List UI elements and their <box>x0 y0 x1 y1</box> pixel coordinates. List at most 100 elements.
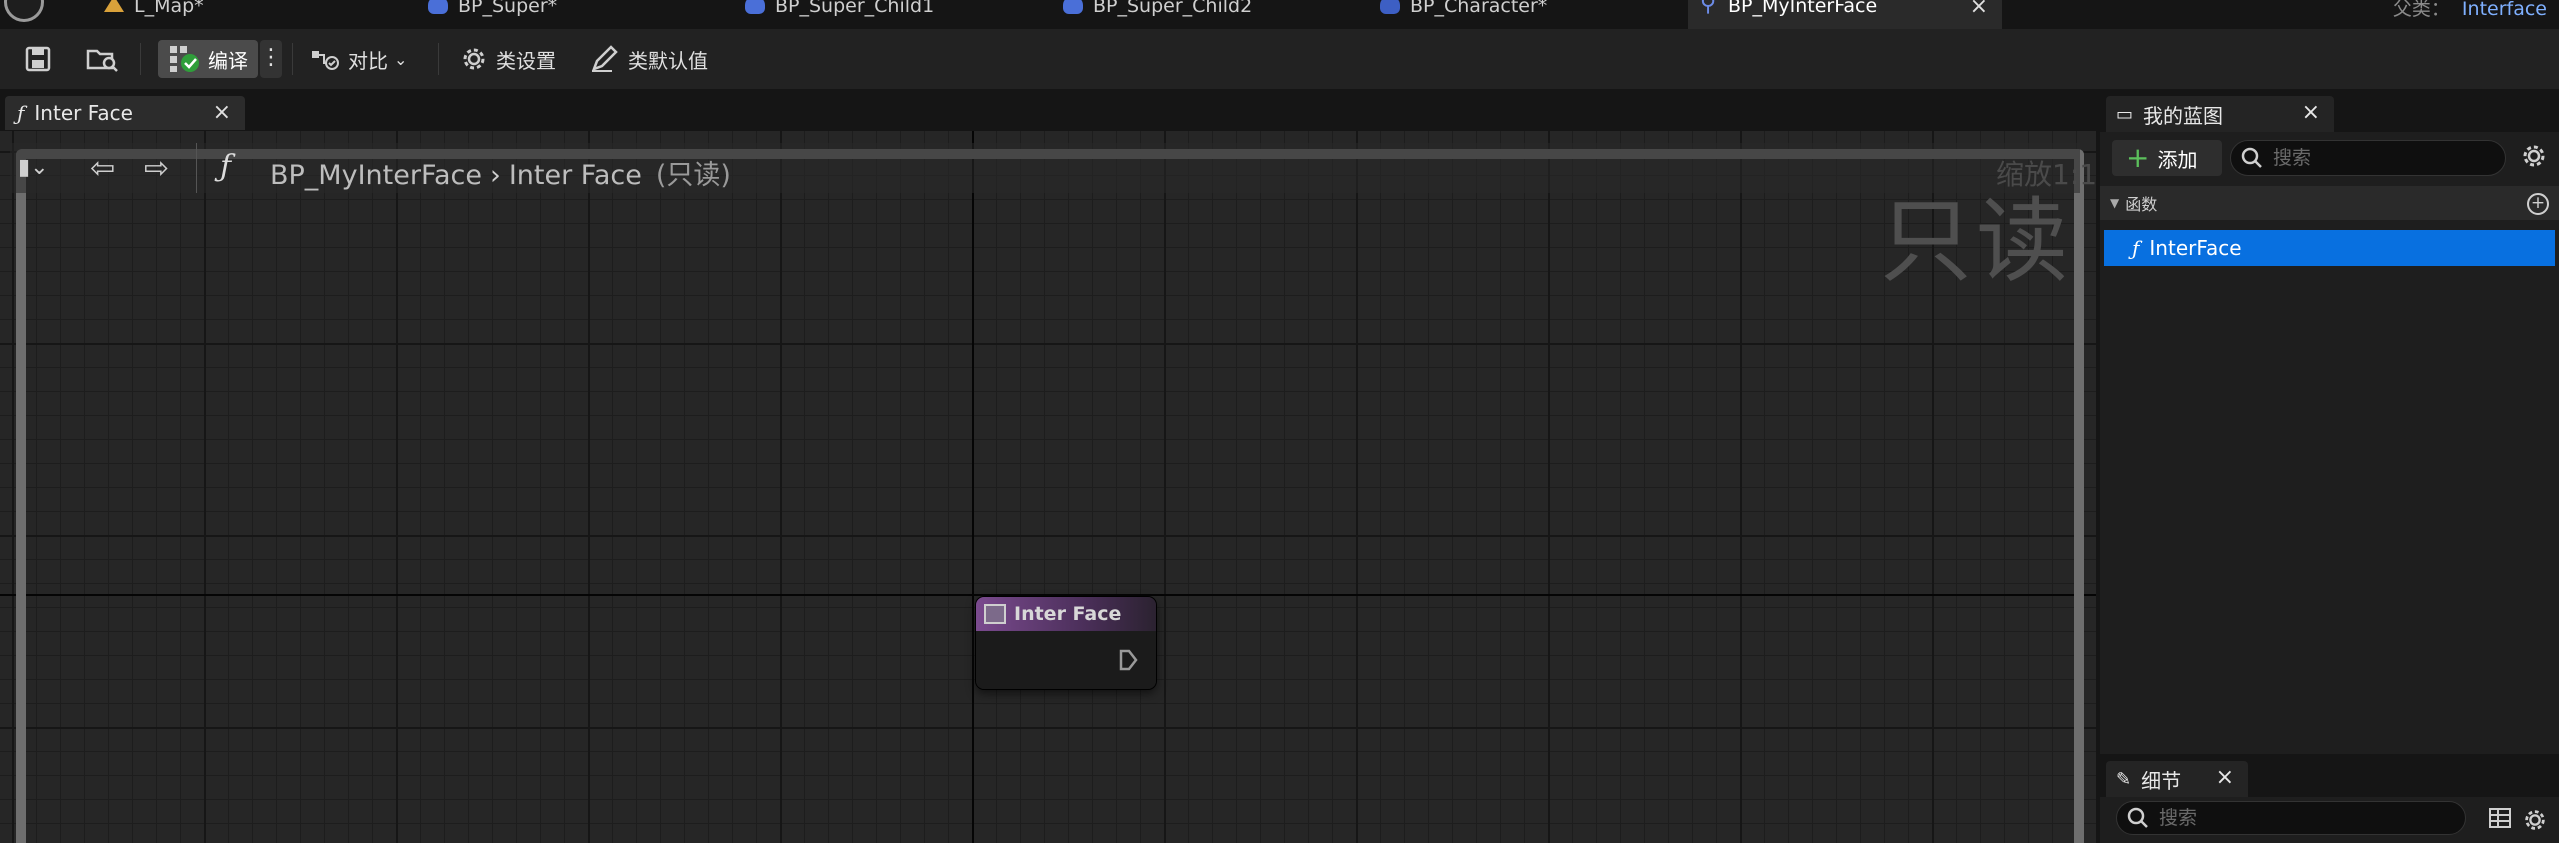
map-icon <box>104 0 124 12</box>
doc-tab-label: BP_Character* <box>1410 0 1548 17</box>
chevron-down-icon: ⌄ <box>394 49 408 69</box>
parent-class-label: 父类： <box>2392 0 2450 20</box>
doc-tab-bp-super[interactable]: BP_Super* <box>428 0 628 29</box>
breadcrumb-current: Inter Face <box>508 160 642 191</box>
details-body <box>2100 797 2559 843</box>
graph-tab-label: Inter Face <box>34 101 133 125</box>
search-input[interactable] <box>2159 807 2439 829</box>
doc-tab-bp-character[interactable]: BP_Character* <box>1380 0 1610 29</box>
chevron-right-icon: › <box>490 160 501 191</box>
search-icon <box>2127 807 2148 828</box>
my-blueprint-tab[interactable]: ▭ 我的蓝图 × <box>2106 96 2334 132</box>
read-only-label: (只读) <box>655 160 731 191</box>
add-label: 添加 <box>2157 147 2198 172</box>
my-blueprint-tab-label: 我的蓝图 <box>2143 103 2224 128</box>
details-tab[interactable]: ✎ 细节 × <box>2106 761 2248 797</box>
add-button[interactable]: + 添加 <box>2112 140 2222 176</box>
blueprint-icon <box>745 0 765 14</box>
forward-arrow-icon[interactable]: ⇨ <box>144 151 169 186</box>
gear-icon[interactable] <box>2520 142 2548 170</box>
browse-folder-icon <box>86 49 118 72</box>
expand-triangle-icon[interactable]: ▼ <box>2110 196 2119 210</box>
class-settings-label: 类设置 <box>496 48 556 73</box>
edit-icon: ✎ <box>2116 768 2132 790</box>
compile-button[interactable]: 编译 <box>158 40 258 78</box>
graph-canvas[interactable]: ▮⌄ ⇦ ⇨ ƒ BP_MyInterFace › Inter Face (只读) 缩… <box>0 131 2096 843</box>
doc-tab-bp-myinterface[interactable]: ⚲ BP_MyInterFace × <box>1688 0 2002 29</box>
search-icon <box>2241 147 2262 168</box>
table-view-icon[interactable] <box>2488 807 2512 829</box>
details-search[interactable] <box>2116 801 2466 835</box>
toolbar-separator <box>292 43 293 75</box>
breadcrumb-root[interactable]: BP_MyInterFace <box>270 160 482 191</box>
doc-tab-label: L_Map* <box>134 0 204 17</box>
gear-icon <box>463 48 485 70</box>
function-icon: ƒ <box>2132 236 2140 260</box>
close-tab-icon[interactable]: × <box>2302 100 2320 125</box>
blueprint-editor-window: L_Map* BP_Super* BP_Super_Child1 BP_Supe… <box>0 0 2559 843</box>
details-panel: ✎ 细节 × <box>2100 754 2559 843</box>
function-name: InterFace <box>2149 236 2242 260</box>
function-list-item[interactable]: ƒ InterFace <box>2104 230 2555 266</box>
breadcrumb-path: BP_MyInterFace › Inter Face (只读) <box>270 153 731 192</box>
function-icon: ƒ <box>17 101 25 125</box>
compile-label: 编译 <box>208 48 248 73</box>
doc-tab-label: BP_Super_Child2 <box>1093 0 1253 17</box>
close-tab-icon[interactable]: × <box>2216 765 2234 790</box>
class-defaults-label: 类默认值 <box>628 48 708 73</box>
node-title: Inter Face <box>1014 603 1122 625</box>
node-header: Inter Face <box>976 597 1156 631</box>
doc-tab-label: BP_Super_Child1 <box>775 0 935 17</box>
add-function-icon[interactable]: + <box>2527 193 2549 215</box>
class-settings-button[interactable]: 类设置 <box>460 40 556 78</box>
back-arrow-icon[interactable]: ⇦ <box>90 151 115 186</box>
compile-success-icon <box>170 46 199 72</box>
breadcrumb: ▮⌄ ⇦ ⇨ ƒ BP_MyInterFace › Inter Face (只读) 缩… <box>10 143 2096 193</box>
right-panel: ▭ 我的蓝图 × + 添加 ▼ 函数 + <box>2100 89 2559 843</box>
bookmark-icon[interactable]: ▮⌄ <box>18 155 49 180</box>
close-tab-icon[interactable]: × <box>1970 0 1988 19</box>
functions-section-header[interactable]: ▼ 函数 + <box>2100 186 2559 220</box>
parent-class-link[interactable]: Interface <box>2462 0 2547 20</box>
parent-class-indicator: 父类： Interface <box>2393 0 2547 21</box>
my-blueprint-search[interactable] <box>2230 140 2506 176</box>
book-icon: ▭ <box>2116 103 2134 125</box>
search-input[interactable] <box>2273 147 2473 169</box>
save-icon <box>25 46 51 72</box>
read-only-frame <box>16 149 2084 843</box>
blueprint-toolbar: 编译 ⋮ 对比 ⌄ 类设置 类默认值 <box>0 29 2559 89</box>
toolbar-separator <box>140 43 141 75</box>
function-entry-node[interactable]: Inter Face <box>976 597 1156 689</box>
character-blueprint-icon <box>1380 0 1400 14</box>
doc-tab-label: BP_MyInterFace <box>1728 0 1878 17</box>
node-body <box>976 631 1156 689</box>
blueprint-icon <box>1063 0 1083 14</box>
read-only-watermark: 只读 <box>1880 188 2073 295</box>
blueprint-icon <box>428 0 448 14</box>
doc-tab-bp-super-child2[interactable]: BP_Super_Child2 <box>1063 0 1293 29</box>
gear-icon[interactable] <box>2522 807 2548 833</box>
my-blueprint-panel: + 添加 ▼ 函数 + ƒ InterFace <box>2100 132 2559 792</box>
functions-header-label: 函数 <box>2125 195 2158 214</box>
diff-button[interactable]: 对比 ⌄ <box>310 40 407 78</box>
close-tab-icon[interactable]: × <box>213 100 231 125</box>
class-defaults-button[interactable]: 类默认值 <box>590 40 708 78</box>
diff-icon <box>312 51 339 70</box>
doc-tab-label: BP_Super* <box>458 0 558 17</box>
breadcrumb-separator <box>196 143 197 193</box>
document-tab-bar: L_Map* BP_Super* BP_Super_Child1 BP_Supe… <box>0 0 2559 29</box>
doc-tab-bp-super-child1[interactable]: BP_Super_Child1 <box>745 0 975 29</box>
doc-tab-l-map[interactable]: L_Map* <box>104 0 284 29</box>
toolbar-separator <box>438 43 439 75</box>
edit-defaults-icon <box>591 45 618 72</box>
compile-options-button[interactable]: ⋮ <box>260 40 282 78</box>
graph-tab-inter-face[interactable]: ƒ Inter Face × <box>5 96 245 130</box>
function-icon: ƒ <box>220 149 232 184</box>
save-button[interactable] <box>20 41 56 77</box>
exec-output-pin-icon[interactable] <box>1118 648 1138 672</box>
unreal-logo-icon[interactable] <box>4 0 44 22</box>
function-node-icon <box>984 604 1006 624</box>
diff-label: 对比 <box>348 48 388 73</box>
details-tab-label: 细节 <box>2141 768 2182 793</box>
browse-asset-button[interactable] <box>84 41 120 77</box>
